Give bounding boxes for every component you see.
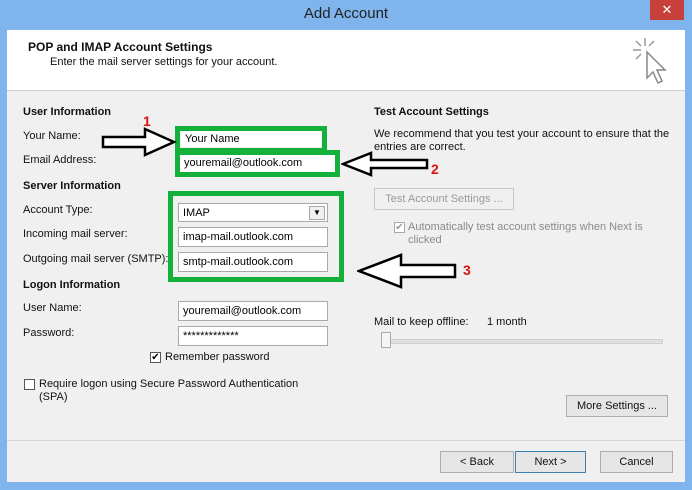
test-settings-heading: Test Account Settings <box>374 106 489 118</box>
more-settings-button[interactable]: More Settings ... <box>566 395 668 417</box>
account-type-select[interactable]: IMAP ▼ <box>178 203 328 222</box>
offline-label: Mail to keep offline: <box>374 316 469 328</box>
auto-test-checkbox[interactable]: ✔ <box>394 222 405 233</box>
arrow-left-icon <box>357 253 457 289</box>
cancel-button[interactable]: Cancel <box>600 451 673 473</box>
add-account-window: Add Account ✕ POP and IMAP Account Setti… <box>0 0 692 490</box>
arrow-left-icon <box>341 151 429 177</box>
offline-slider-track[interactable] <box>381 339 663 344</box>
user-name-field[interactable]: youremail@outlook.com <box>178 301 328 321</box>
remember-password-label: Remember password <box>165 351 270 363</box>
your-name-field[interactable]: Your Name <box>181 131 321 147</box>
account-type-label: Account Type: <box>23 204 93 216</box>
spa-checkbox[interactable] <box>24 379 35 390</box>
next-button[interactable]: Next > <box>515 451 586 473</box>
annotation-number-3: 3 <box>463 262 471 278</box>
outgoing-server-label: Outgoing mail server (SMTP): <box>23 253 169 265</box>
arrow-right-icon <box>101 127 177 157</box>
cursor-click-icon <box>633 38 667 85</box>
logon-info-heading: Logon Information <box>23 279 121 291</box>
title-bar: Add Account ✕ <box>0 0 692 30</box>
test-account-settings-button[interactable]: Test Account Settings ... <box>374 188 514 210</box>
server-info-heading: Server Information <box>23 180 121 192</box>
spa-label: Require logon using Secure Password Auth… <box>39 378 299 403</box>
incoming-server-label: Incoming mail server: <box>23 228 128 240</box>
incoming-server-field[interactable]: imap-mail.outlook.com <box>178 227 328 247</box>
auto-test-label: Automatically test account settings when… <box>408 221 643 246</box>
user-name-label: User Name: <box>23 302 82 314</box>
outgoing-server-field[interactable]: smtp-mail.outlook.com <box>178 252 328 272</box>
user-info-heading: User Information <box>23 106 112 118</box>
password-label: Password: <box>23 327 75 339</box>
dialog-header: POP and IMAP Account Settings Enter the … <box>7 30 685 91</box>
password-field[interactable]: ************* <box>178 326 328 346</box>
email-address-field[interactable]: youremail@outlook.com <box>180 155 335 172</box>
chevron-down-icon[interactable]: ▼ <box>309 206 325 220</box>
close-button[interactable]: ✕ <box>650 0 684 20</box>
window-title: Add Account <box>303 5 389 22</box>
header-subtitle: Enter the mail server settings for your … <box>50 56 278 68</box>
dialog-body: POP and IMAP Account Settings Enter the … <box>7 30 685 482</box>
annotation-number-2: 2 <box>431 161 439 177</box>
offline-slider-thumb[interactable] <box>381 332 391 348</box>
offline-value: 1 month <box>487 316 527 328</box>
your-name-label: Your Name: <box>23 130 81 142</box>
back-button[interactable]: < Back <box>440 451 514 473</box>
footer-divider <box>7 440 685 441</box>
account-type-value: IMAP <box>183 207 210 219</box>
close-icon: ✕ <box>661 2 673 17</box>
remember-password-checkbox[interactable]: ✔ <box>150 352 161 363</box>
email-address-label: Email Address: <box>23 154 97 166</box>
header-title: POP and IMAP Account Settings <box>28 40 213 54</box>
